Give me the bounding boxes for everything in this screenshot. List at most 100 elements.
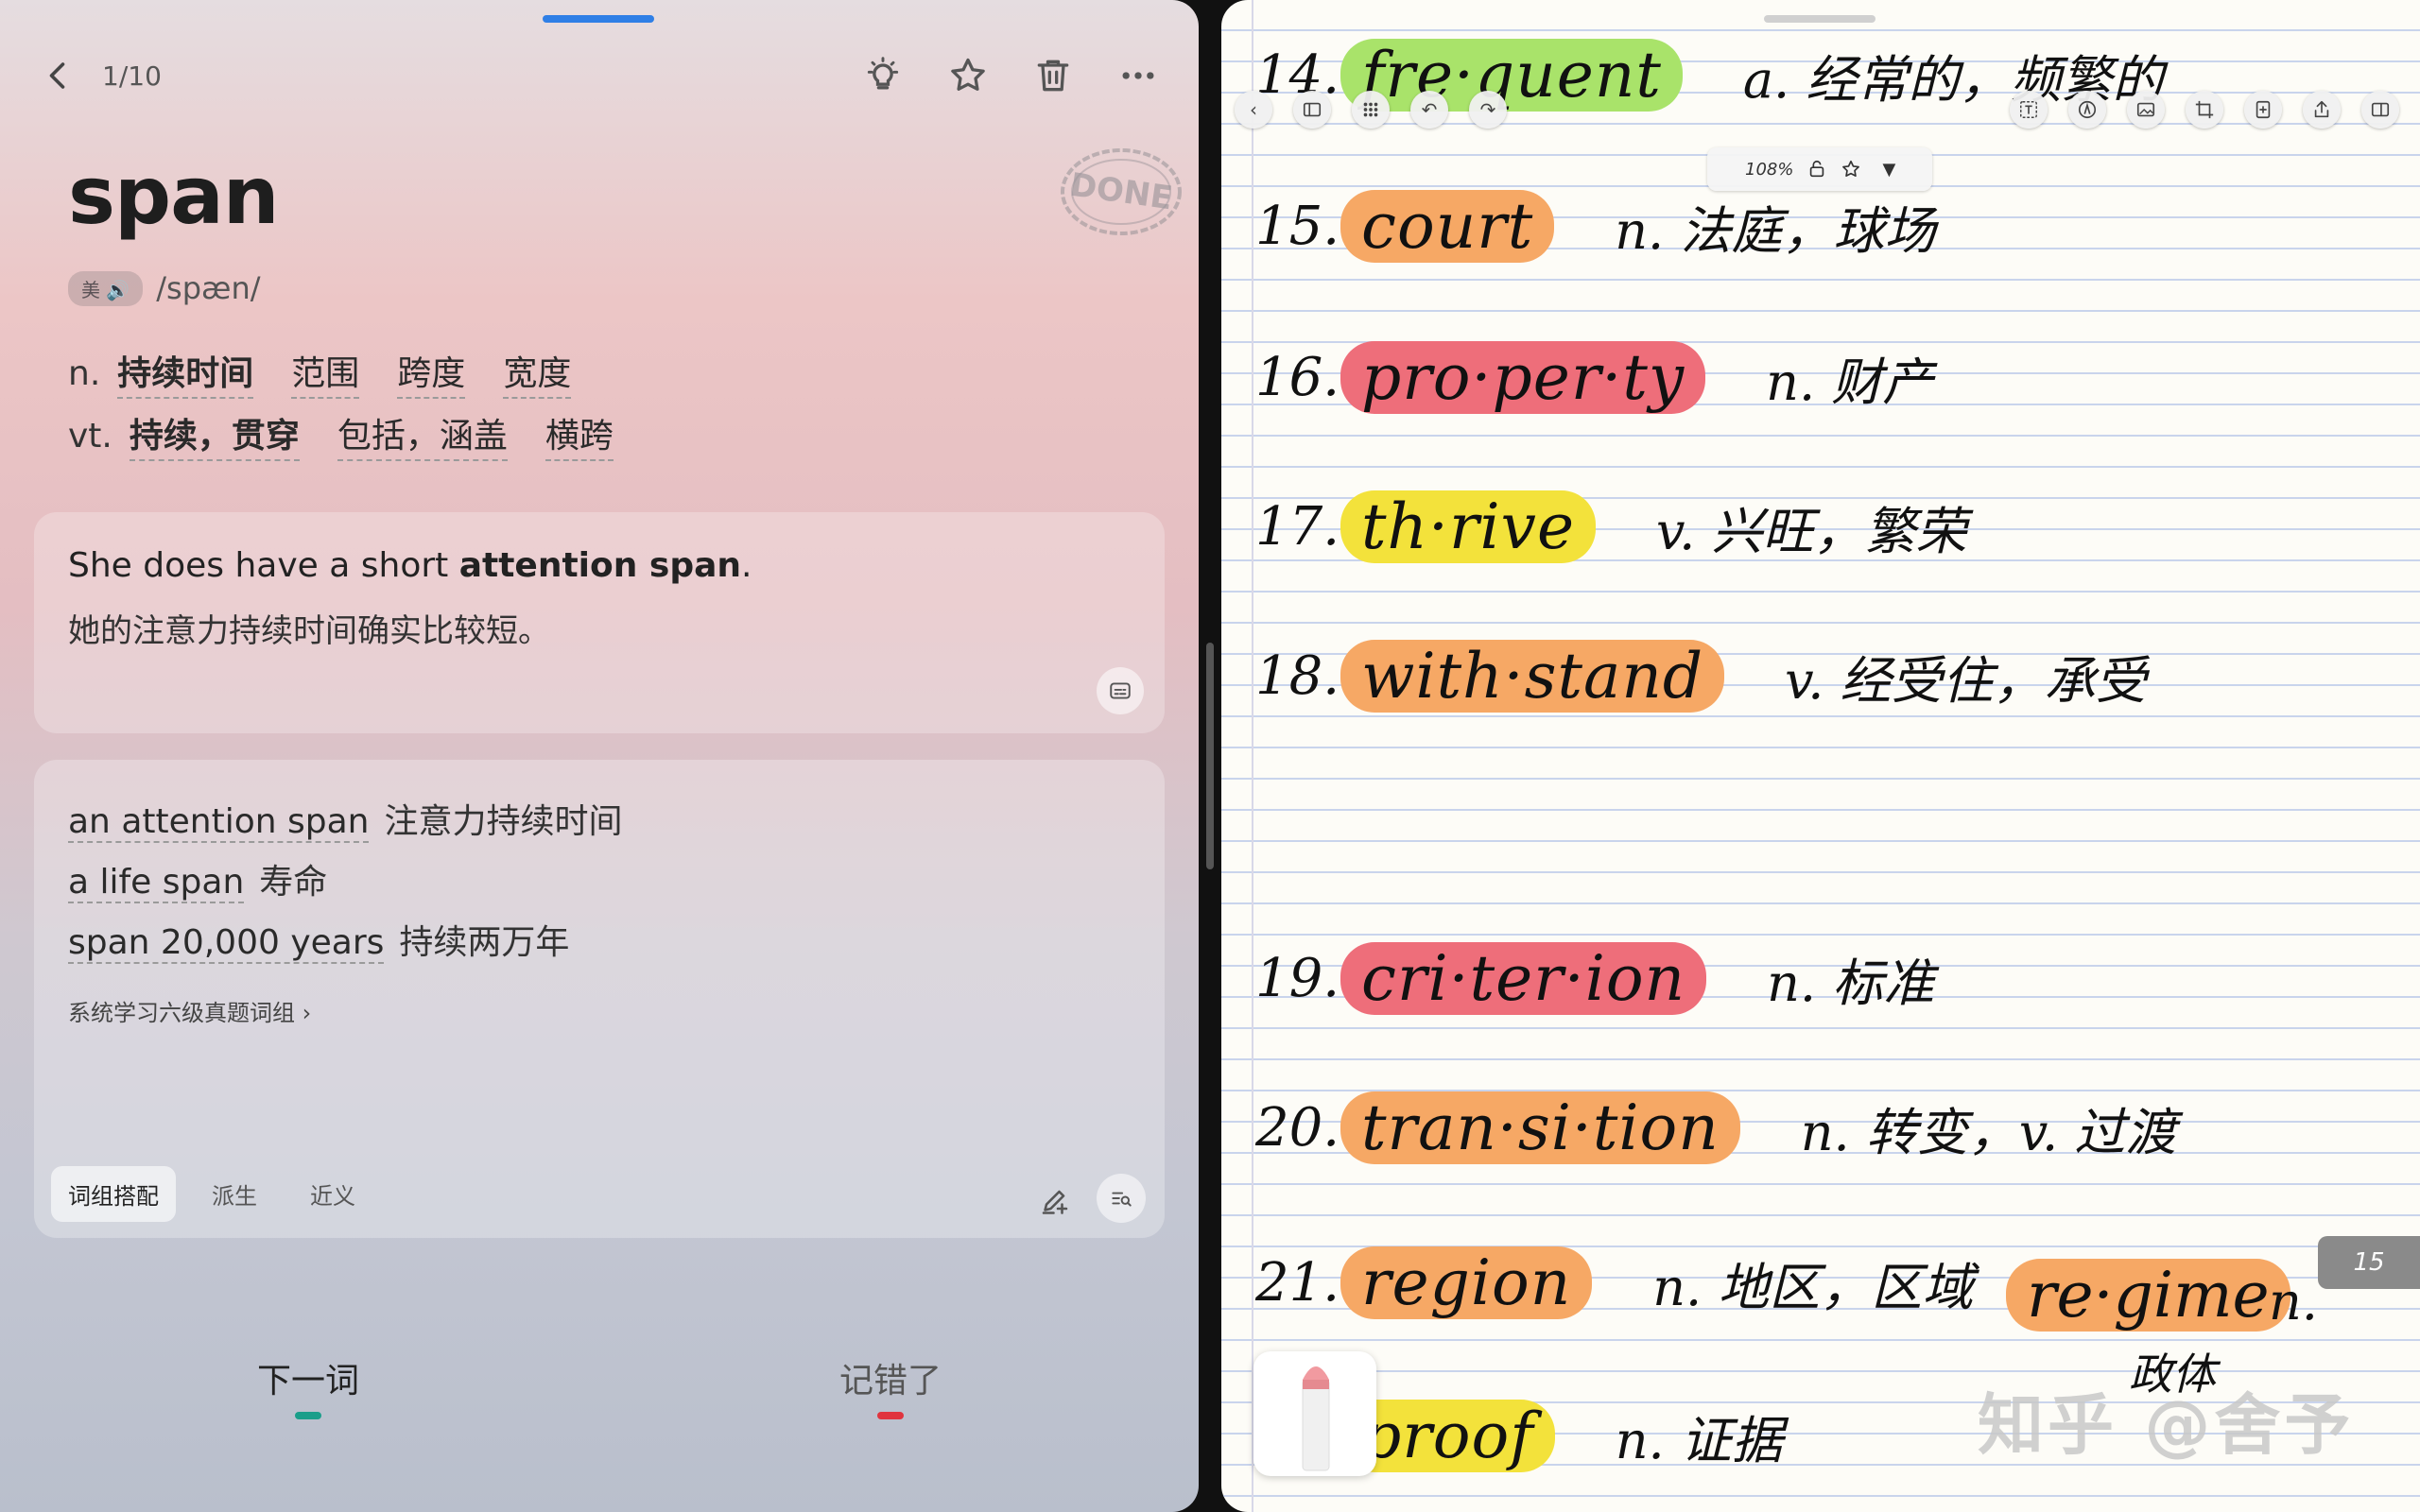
redo-icon[interactable]: ↷ — [1469, 91, 1507, 129]
phrase-en: span 20,000 years — [68, 923, 385, 964]
entry-number: 16. — [1255, 347, 1340, 408]
phrase-zh: 持续两万年 — [399, 923, 570, 962]
split-view-icon[interactable] — [2361, 91, 2399, 129]
lock-icon[interactable] — [1806, 159, 1827, 180]
crop-icon[interactable] — [2186, 91, 2223, 129]
add-page-icon[interactable] — [2244, 91, 2282, 129]
wrong-indicator — [877, 1412, 904, 1419]
vocab-entry: 15. court n. 法庭，球场 — [1255, 189, 1935, 264]
highlighted-word: with·stand — [1340, 640, 1725, 713]
sense-item[interactable]: 包括，涵盖 — [337, 408, 508, 461]
handwritten-word: re·gime — [2006, 1259, 2290, 1332]
entry-definition: n. 财产 — [1766, 352, 1934, 412]
phrase-zh: 注意力持续时间 — [384, 802, 623, 841]
undo-icon[interactable]: ↶ — [1410, 91, 1448, 129]
phrase-en: a life span — [68, 863, 245, 903]
example-card: She does have a short attention span. 她的… — [34, 512, 1165, 733]
dictionary-search-icon[interactable] — [1097, 1174, 1146, 1223]
entry-definition: n. 证据 — [1615, 1411, 1783, 1470]
vocab-entry: 20. tran·si·tion n. 转变，v. 过渡 — [1255, 1091, 2176, 1165]
entry-definition: n. 标准 — [1767, 954, 1935, 1013]
zoom-control: 108% ▼ — [1707, 147, 1932, 191]
lightbulb-icon[interactable] — [862, 55, 904, 96]
phrase-item[interactable]: a life span 寿命 — [68, 854, 327, 903]
star-icon[interactable] — [1841, 159, 1861, 180]
more-icon[interactable] — [1117, 55, 1159, 96]
tab-phrases[interactable]: 词组搭配 — [51, 1166, 176, 1222]
sense-row-noun: n. 持续时间 范围 跨度 宽度 — [68, 346, 609, 399]
entry-number: 19. — [1255, 948, 1340, 1009]
sense-item[interactable]: 范围 — [291, 346, 360, 399]
watermark-text: 知乎 @舍予 — [1978, 1386, 2355, 1464]
grid-icon[interactable] — [1352, 91, 1390, 129]
vocab-entry: 17. th·rive v. 兴旺，繁荣 — [1255, 490, 1966, 564]
image-icon[interactable] — [2127, 91, 2165, 129]
tab-synonyms[interactable]: 近义 — [293, 1166, 372, 1222]
sense-item[interactable]: 跨度 — [397, 346, 466, 399]
sense-item[interactable]: 持续时间 — [117, 346, 254, 399]
subtitle-icon[interactable] — [1097, 667, 1144, 714]
zoom-level[interactable]: 108% — [1745, 160, 1793, 180]
sense-item[interactable]: 宽度 — [503, 346, 572, 399]
dropdown-icon[interactable]: ▼ — [1882, 160, 1895, 180]
margin-line — [1252, 0, 1253, 1512]
page-number-tab[interactable]: 15 — [2318, 1236, 2420, 1289]
phrase-item[interactable]: span 20,000 years 持续两万年 — [68, 915, 569, 964]
pronunciation-play-button[interactable]: 美 🔊 — [68, 270, 144, 306]
phonetic-text: /spæn/ — [156, 270, 261, 306]
wrong-button[interactable]: 记错了 — [839, 1353, 942, 1402]
pos-label: vt. — [68, 417, 112, 455]
pen-tool-icon[interactable] — [2068, 91, 2106, 129]
entry-number: 18. — [1255, 645, 1340, 707]
pronunciation-row: 美 🔊 /spæn/ — [68, 270, 261, 306]
entry-definition: v. 兴旺，繁荣 — [1656, 502, 1967, 561]
done-stamp-text: DONE — [1067, 166, 1174, 218]
phrase-item[interactable]: an attention span 注意力持续时间 — [68, 794, 622, 843]
example-chinese: 她的注意力持续时间确实比较短。 — [68, 612, 550, 650]
grab-handle[interactable] — [1764, 15, 1876, 23]
highlighted-word: cri·ter·ion — [1340, 942, 1707, 1015]
next-word-indicator — [295, 1412, 321, 1419]
highlighted-word: region — [1340, 1246, 1593, 1319]
phrases-card: an attention span 注意力持续时间 a life span 寿命 s… — [34, 760, 1165, 1238]
delete-icon[interactable] — [1032, 55, 1074, 96]
star-icon[interactable] — [947, 55, 989, 96]
phrase-zh: 寿命 — [259, 863, 328, 902]
example-text-end: . — [741, 546, 752, 585]
sidebar-icon[interactable] — [1293, 91, 1331, 129]
more-phrases-link[interactable]: 系统学习六级真题词组 › — [68, 994, 311, 1027]
add-note-icon[interactable] — [1038, 1183, 1072, 1217]
word-counter: 1/10 — [102, 60, 162, 92]
example-text: She does have a short — [68, 546, 459, 585]
highlighted-word: th·rive — [1340, 490, 1597, 563]
back-icon[interactable] — [42, 57, 76, 94]
vocab-entry: 19. cri·ter·ion n. 标准 — [1255, 941, 1934, 1016]
entry-number: 17. — [1255, 496, 1340, 558]
entry-definition: n. 法庭，球场 — [1615, 201, 1936, 261]
grab-handle[interactable] — [543, 15, 654, 23]
entry-definition: n. 转变，v. 过渡 — [1800, 1103, 2177, 1162]
vocab-entry: 16. pro·per·ty n. 财产 — [1255, 340, 1933, 415]
example-english: She does have a short attention span. — [68, 546, 752, 585]
back-icon[interactable]: ‹ — [1235, 91, 1272, 129]
sense-item[interactable]: 横跨 — [544, 408, 614, 461]
vocab-app: 1/10 span DONE 美 🔊 /spæn/ n. 持续时间 范围 跨度 … — [0, 0, 1199, 1512]
handwritten-definition: n. — [2269, 1272, 2318, 1332]
done-stamp: DONE — [1061, 148, 1182, 235]
notes-app: 14. fre·quent a. 经常的，频繁的 15. court n. 法庭，球场 16… — [1221, 0, 2420, 1512]
example-highlight: attention span — [458, 546, 742, 585]
text-tool-icon[interactable] — [2010, 91, 2048, 129]
highlighted-word: court — [1340, 190, 1555, 263]
entry-number: 21. — [1255, 1252, 1340, 1314]
tab-derivatives[interactable]: 派生 — [195, 1166, 274, 1222]
sense-item[interactable]: 持续，贯穿 — [129, 408, 300, 461]
pencil-widget[interactable] — [1253, 1351, 1376, 1476]
split-view-divider[interactable] — [1206, 643, 1214, 869]
entry-number: 20. — [1255, 1097, 1340, 1159]
share-icon[interactable] — [2303, 91, 2341, 129]
pos-label: n. — [68, 354, 101, 393]
sense-row-verb: vt. 持续，贯穿 包括，涵盖 横跨 — [68, 408, 651, 461]
entry-definition: n. 地区，区域 — [1652, 1258, 1974, 1317]
entry-number: 15. — [1255, 196, 1340, 257]
next-word-button[interactable]: 下一词 — [257, 1353, 359, 1402]
